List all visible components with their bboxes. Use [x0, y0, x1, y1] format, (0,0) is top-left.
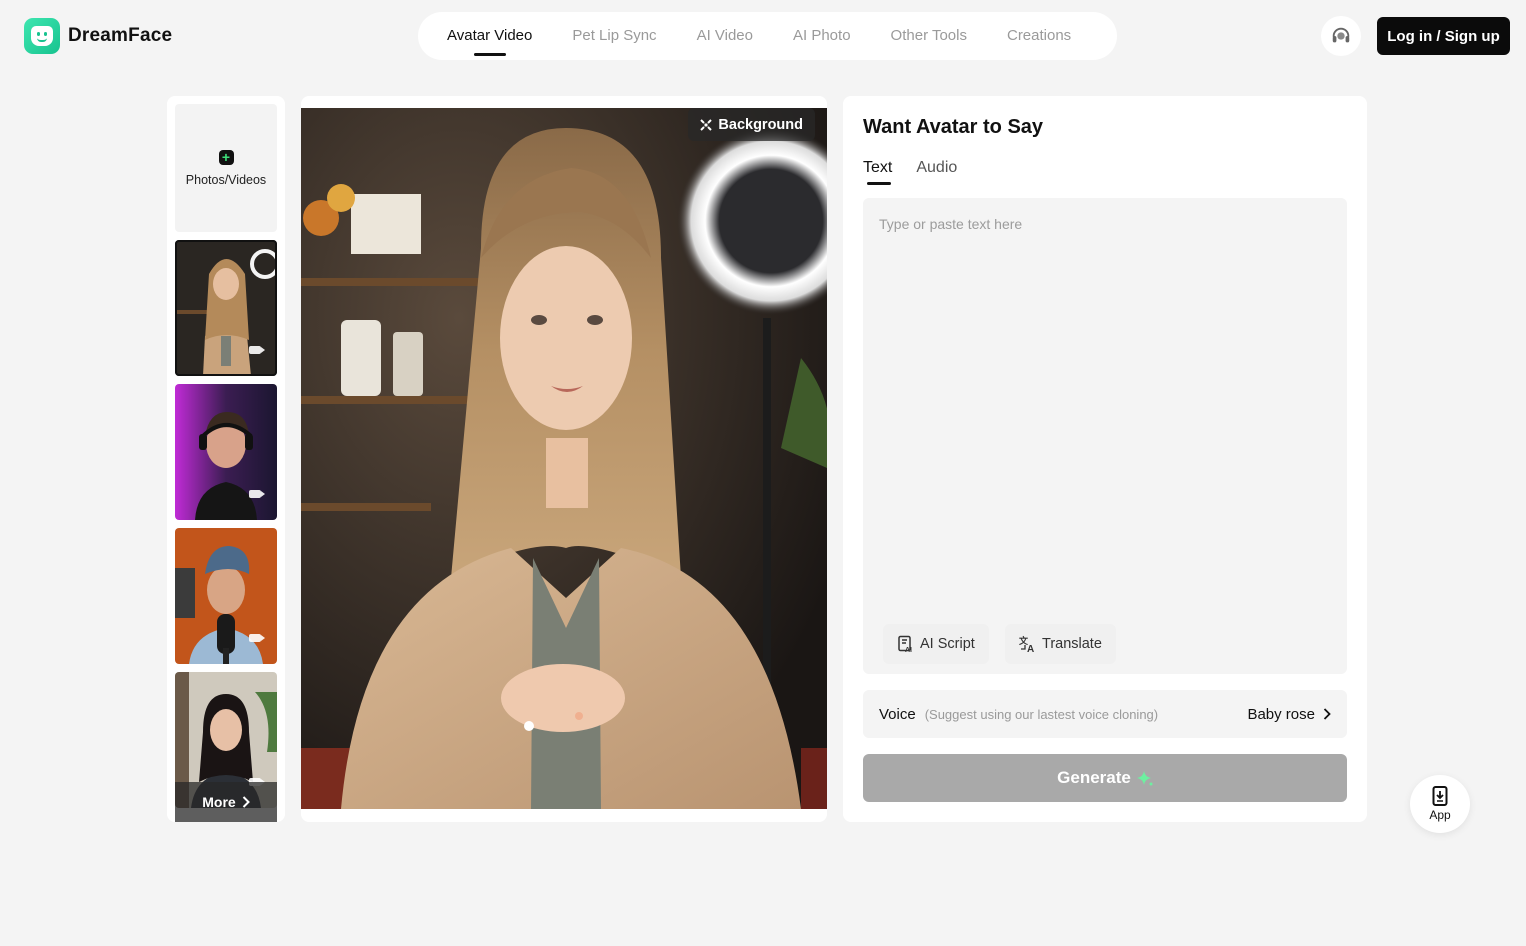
more-avatars-button[interactable]: More	[175, 782, 277, 822]
avatar-thumbnail[interactable]	[175, 384, 277, 520]
support-button[interactable]	[1321, 16, 1361, 56]
translate-button[interactable]: 文 A Translate	[1005, 624, 1116, 664]
nav-item-other-tools[interactable]: Other Tools	[891, 12, 967, 60]
generate-button[interactable]: Generate	[863, 754, 1347, 802]
video-camera-icon	[249, 490, 265, 498]
input-mode-tabs: Text Audio	[863, 159, 957, 185]
brand-logo[interactable]: DreamFace	[24, 18, 172, 54]
video-camera-icon	[249, 346, 265, 354]
avatar-thumbnail-list: + Photos/Videos More	[167, 96, 285, 822]
selected-voice: Baby rose	[1247, 706, 1331, 723]
nav-item-pet-lip-sync[interactable]: Pet Lip Sync	[572, 12, 656, 60]
background-swap-icon	[700, 118, 713, 131]
avatar-thumbnail-image	[175, 240, 277, 376]
voice-selector[interactable]: Voice (Suggest using our lastest voice c…	[863, 690, 1347, 738]
nav-item-ai-video[interactable]: AI Video	[697, 12, 753, 60]
app-download-icon	[1432, 786, 1448, 806]
translate-icon: 文 A	[1019, 635, 1034, 653]
ai-script-label: AI Script	[920, 636, 975, 652]
chevron-right-icon	[242, 796, 250, 808]
generate-label: Generate	[1057, 768, 1131, 787]
dreamface-logo-icon	[24, 18, 60, 54]
sparkle-icon	[1136, 771, 1153, 786]
avatar-preview-card: Background	[301, 96, 827, 822]
svg-text:AI: AI	[905, 647, 912, 653]
script-text-area-container: AI AI Script 文 A Translate	[863, 198, 1347, 674]
background-button[interactable]: Background	[688, 108, 815, 141]
background-label: Background	[718, 116, 803, 133]
ai-script-button[interactable]: AI AI Script	[883, 624, 989, 664]
app-label: App	[1429, 808, 1451, 822]
voice-label: Voice	[879, 705, 916, 723]
avatar-thumbnail[interactable]	[175, 240, 277, 376]
plus-icon: +	[218, 149, 234, 165]
panel-title: Want Avatar to Say	[863, 116, 1044, 138]
login-signup-button[interactable]: Log in / Sign up	[1377, 17, 1510, 55]
avatar-preview-image	[301, 108, 827, 809]
upload-label: Photos/Videos	[185, 172, 267, 187]
selected-voice-name: Baby rose	[1247, 705, 1315, 723]
headset-icon	[1332, 27, 1350, 43]
nav-item-ai-photo[interactable]: AI Photo	[793, 12, 851, 60]
script-text-input[interactable]	[863, 198, 1347, 598]
more-label: More	[202, 794, 236, 810]
top-nav: Avatar Video Pet Lip Sync AI Video AI Ph…	[418, 12, 1117, 60]
avatar-thumbnail-image	[175, 528, 277, 664]
nav-item-creations[interactable]: Creations	[1007, 12, 1071, 60]
ai-script-icon: AI	[898, 635, 912, 653]
nav-item-avatar-video[interactable]: Avatar Video	[447, 12, 532, 60]
tab-audio[interactable]: Audio	[916, 159, 957, 185]
download-app-button[interactable]: App	[1410, 775, 1470, 833]
script-panel: Want Avatar to Say Text Audio AI AI Scri…	[843, 96, 1367, 822]
brand-name: DreamFace	[68, 25, 173, 46]
translate-label: Translate	[1042, 636, 1102, 652]
upload-photos-videos-button[interactable]: + Photos/Videos	[175, 104, 277, 232]
voice-hint: (Suggest using our lastest voice cloning…	[924, 706, 1159, 722]
video-camera-icon	[249, 634, 265, 642]
tab-text[interactable]: Text	[863, 159, 892, 185]
avatar-thumbnail-image	[175, 384, 277, 520]
avatar-thumbnail[interactable]	[175, 528, 277, 664]
svg-text:A: A	[1027, 644, 1034, 653]
chevron-right-icon	[1323, 708, 1331, 720]
